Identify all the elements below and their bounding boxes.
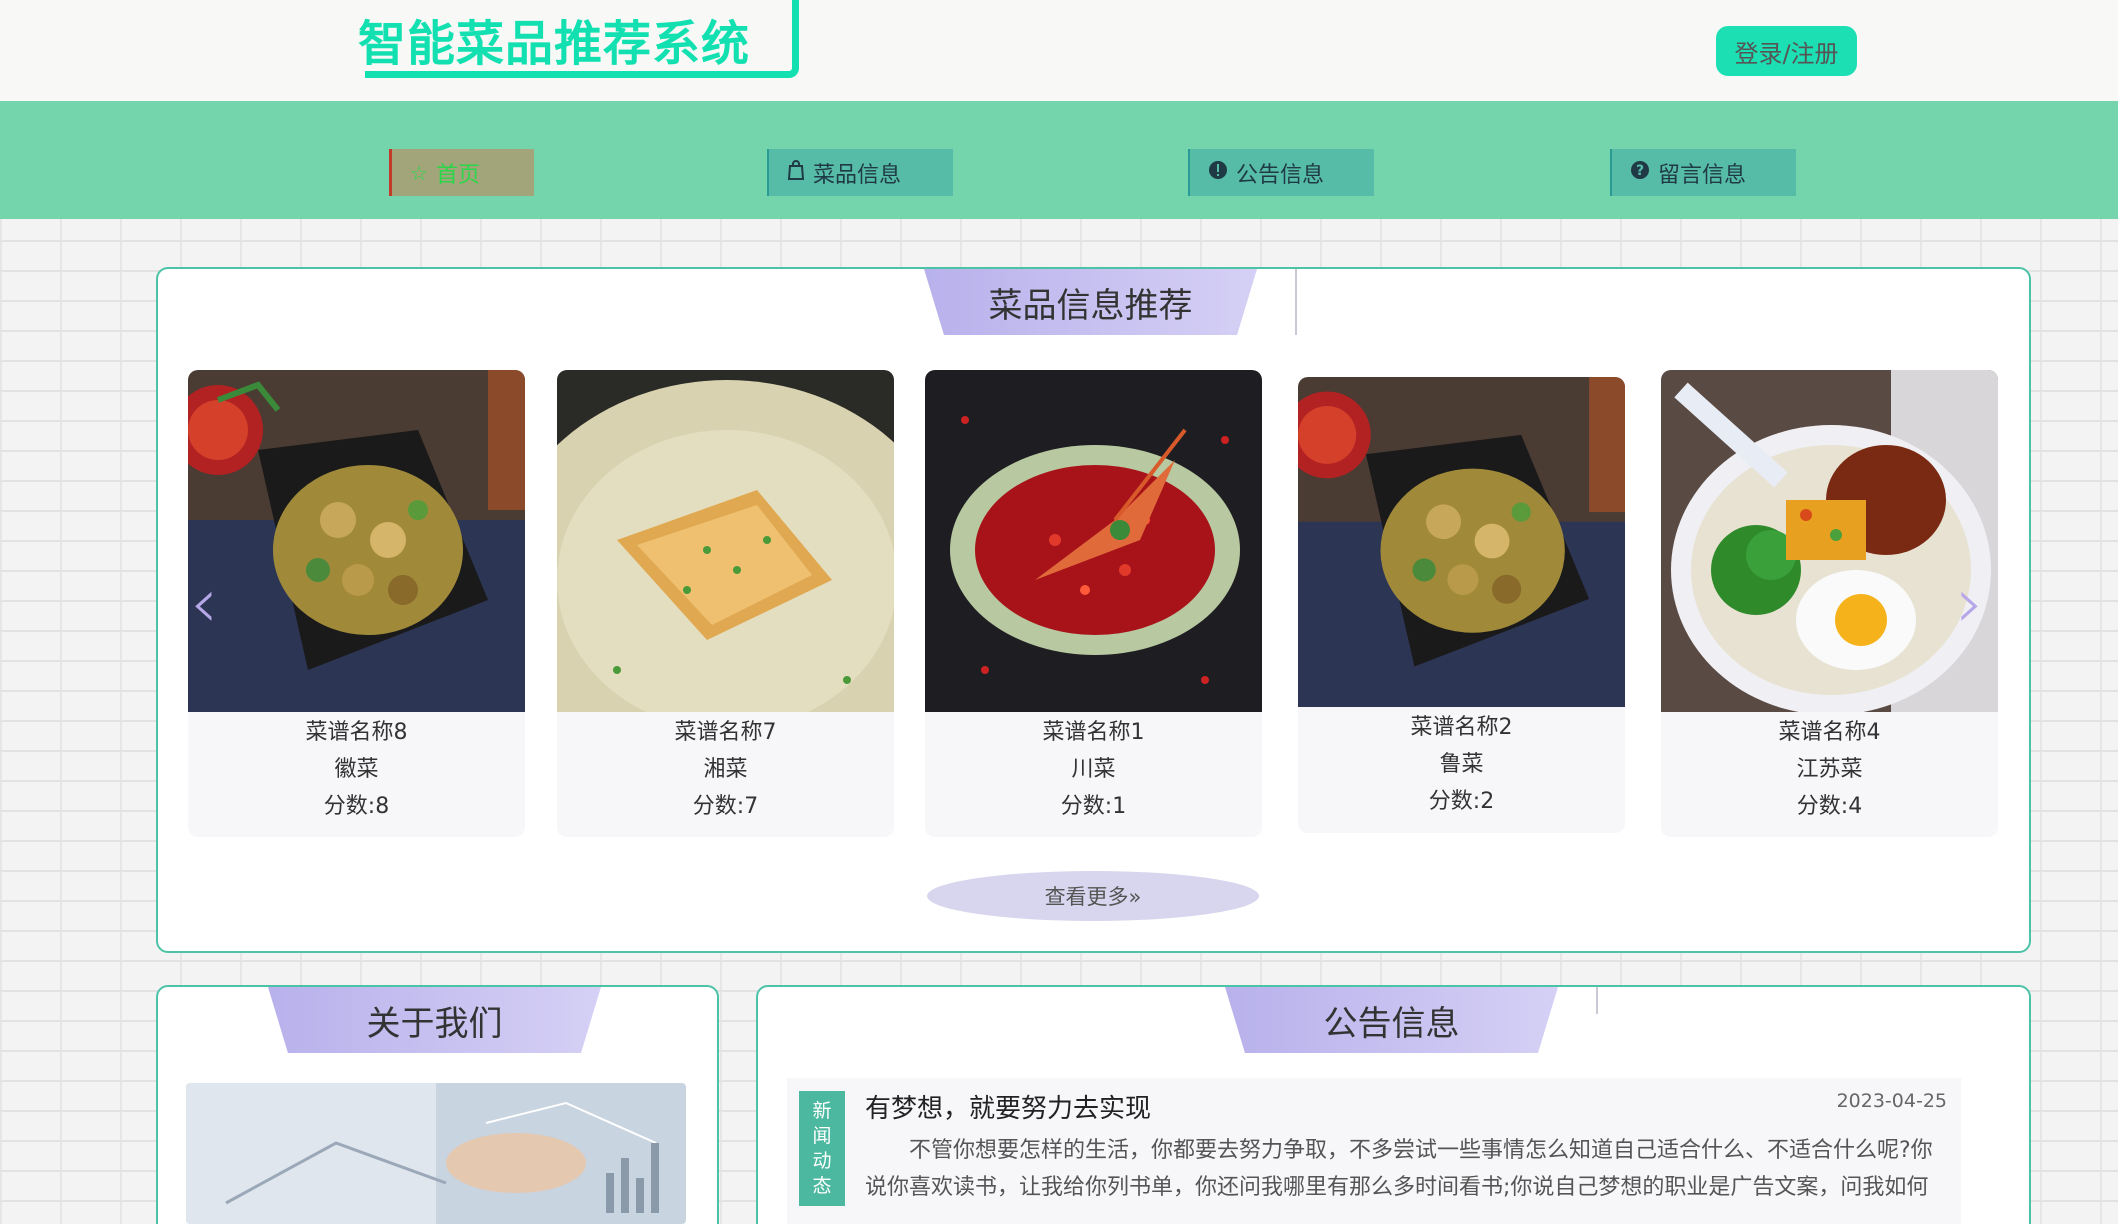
dish-image bbox=[188, 370, 525, 712]
dish-card[interactable]: 菜谱名称4 江苏菜 分数:4 bbox=[1661, 370, 1998, 837]
dish-image bbox=[1661, 370, 1998, 712]
news-tag-char: 动 bbox=[812, 1149, 832, 1172]
nav-item-label: 留言信息 bbox=[1658, 162, 1747, 188]
nav-item-dishes[interactable]: 菜品信息 bbox=[767, 149, 953, 196]
dish-cuisine: 川菜 bbox=[1071, 757, 1116, 782]
help-icon: ? bbox=[1630, 160, 1650, 185]
bag-icon bbox=[787, 160, 805, 185]
carousel-prev-arrow[interactable]: ‹ bbox=[190, 568, 218, 638]
news-tag-char: 闻 bbox=[812, 1124, 832, 1147]
title-divider bbox=[1295, 269, 1297, 335]
dish-cuisine: 江苏菜 bbox=[1796, 757, 1863, 782]
dish-card[interactable]: 菜谱名称7 湘菜 分数:7 bbox=[557, 370, 894, 837]
alert-icon bbox=[1208, 160, 1228, 185]
dish-score: 分数:8 bbox=[323, 794, 390, 819]
dish-card[interactable]: 菜谱名称2 鲁菜 分数:2 bbox=[1298, 377, 1625, 833]
notice-item-title[interactable]: 有梦想，就要努力去实现 bbox=[865, 1088, 1151, 1125]
notice-item-date: 2023-04-25 bbox=[1836, 1090, 1947, 1112]
top-header: 智能菜品推荐系统 登录/注册 bbox=[0, 0, 2118, 101]
dish-score: 分数:2 bbox=[1428, 789, 1495, 814]
login-register-button[interactable]: 登录/注册 bbox=[1716, 26, 1857, 76]
dish-cuisine: 徽菜 bbox=[334, 757, 379, 782]
notice-item-body: 不管你想要怎样的生活，你都要去努力争取，不多尝试一些事情怎么知道自己适合什么、不… bbox=[865, 1138, 1933, 1200]
dish-name: 菜谱名称8 bbox=[305, 720, 408, 745]
nav-item-home[interactable]: ☆ 首页 bbox=[389, 149, 534, 196]
dish-name: 菜谱名称7 bbox=[674, 720, 777, 745]
recommend-title: 菜品信息推荐 bbox=[924, 269, 1257, 335]
notice-title: 公告信息 bbox=[1225, 987, 1558, 1053]
news-tag-char: 态 bbox=[812, 1174, 832, 1197]
dish-image bbox=[557, 370, 894, 712]
notice-item[interactable]: 新 闻 动 态 有梦想，就要努力去实现 2023-04-25 不管你想要怎样的生… bbox=[787, 1078, 1961, 1224]
title-divider bbox=[1596, 987, 1598, 1014]
news-tag: 新 闻 动 态 bbox=[799, 1091, 845, 1206]
main-nav: ☆ 首页 菜品信息 公告信息 ? 留言信息 bbox=[0, 101, 2118, 219]
about-image bbox=[186, 1083, 686, 1224]
dish-score: 分数:1 bbox=[1060, 794, 1127, 819]
nav-item-messages[interactable]: ? 留言信息 bbox=[1610, 149, 1796, 196]
dish-name: 菜谱名称2 bbox=[1410, 715, 1513, 740]
nav-item-label: 公告信息 bbox=[1236, 162, 1325, 188]
dish-cuisine: 鲁菜 bbox=[1439, 752, 1484, 777]
nav-item-notices[interactable]: 公告信息 bbox=[1188, 149, 1374, 196]
site-logo[interactable]: 智能菜品推荐系统 bbox=[358, 4, 750, 74]
about-title: 关于我们 bbox=[268, 987, 601, 1053]
nav-item-label: 菜品信息 bbox=[813, 162, 902, 188]
dish-image bbox=[1298, 377, 1625, 707]
svg-text:?: ? bbox=[1636, 163, 1644, 179]
dish-cuisine: 湘菜 bbox=[703, 757, 748, 782]
carousel-next-arrow[interactable]: › bbox=[1956, 568, 1984, 638]
nav-item-label: 首页 bbox=[435, 162, 480, 188]
star-icon: ☆ bbox=[410, 160, 428, 185]
dish-score: 分数:7 bbox=[692, 794, 759, 819]
dish-name: 菜谱名称4 bbox=[1778, 720, 1881, 745]
news-tag-char: 新 bbox=[812, 1099, 832, 1122]
dish-image bbox=[925, 370, 1262, 712]
dish-card[interactable]: 菜谱名称8 徽菜 分数:8 bbox=[188, 370, 525, 837]
dish-card[interactable]: 菜谱名称1 川菜 分数:1 bbox=[925, 370, 1262, 837]
dish-name: 菜谱名称1 bbox=[1042, 720, 1145, 745]
view-more-button[interactable]: 查看更多» bbox=[927, 871, 1259, 921]
dish-score: 分数:4 bbox=[1796, 794, 1863, 819]
